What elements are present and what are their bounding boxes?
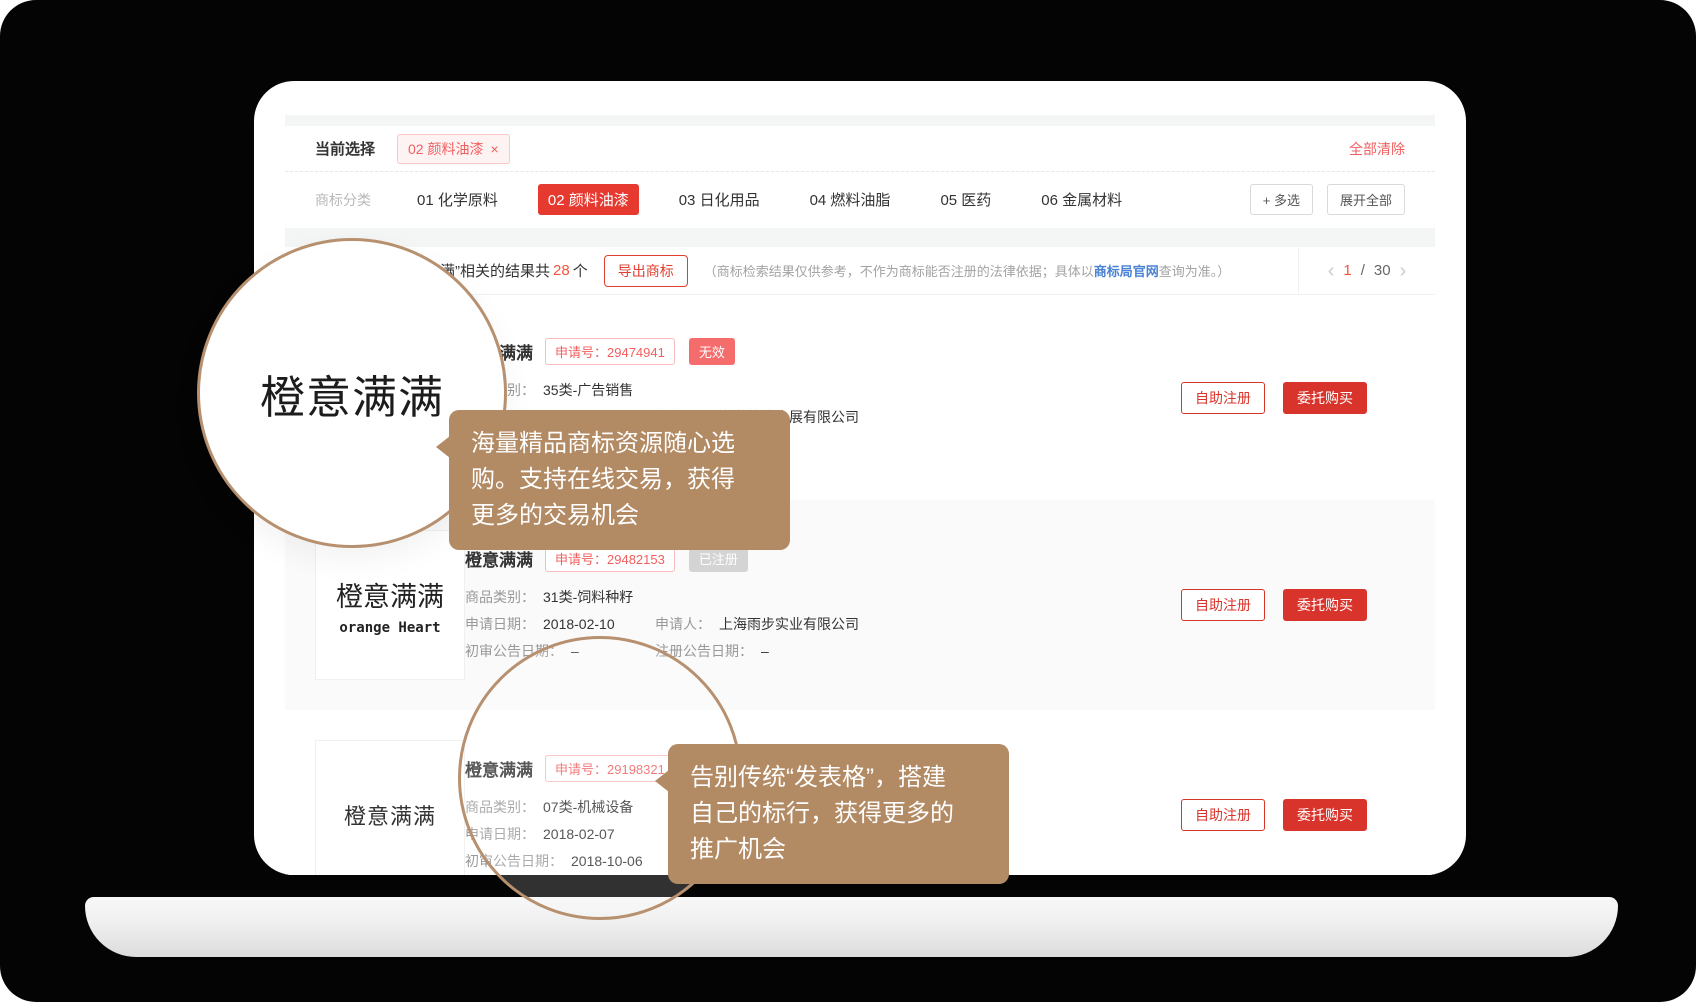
trademark-image-text: 橙意满满 <box>344 799 436 831</box>
tooltip-line: 推广机会 <box>690 832 987 868</box>
total-pages: 30 <box>1374 262 1391 279</box>
feature-tooltip-promotion: 告别传统“发表格”，搭建 自己的标行，获得更多的 推广机会 <box>668 744 1009 884</box>
category-item-05[interactable]: 05 医药 <box>930 184 1001 215</box>
next-page-icon[interactable]: › <box>1400 261 1407 281</box>
entrust-purchase-button[interactable]: 委托购买 <box>1283 382 1367 414</box>
category-tools: + 多选 展开全部 <box>1250 184 1405 215</box>
current-selection-row: 当前选择 02 颜料油漆 × 全部清除 <box>285 126 1435 172</box>
application-number-label: 申请号： <box>555 345 607 360</box>
category-item-03[interactable]: 03 日化用品 <box>669 184 770 215</box>
category-row: 商标分类 01 化学原料 02 颜料油漆 03 日化用品 04 燃料油脂 05 … <box>285 172 1435 227</box>
disclaimer-pre: （商标检索结果仅供参考，不作为商标能否注册的法律依据；具体以 <box>704 264 1094 279</box>
application-number-tag: 申请号：29474941 <box>545 338 675 365</box>
row-actions: 自助注册 委托购买 <box>1181 799 1367 831</box>
trademark-office-link[interactable]: 商标局官网 <box>1094 264 1159 279</box>
application-number-label: 申请号： <box>555 552 607 567</box>
feature-tooltip-trade: 海量精品商标资源随心选 购。支持在线交易，获得 更多的交易机会 <box>449 410 790 550</box>
disclaimer-post: 查询为准。） <box>1159 264 1231 279</box>
application-number-value: 29474941 <box>607 345 665 360</box>
close-icon[interactable]: × <box>490 141 498 157</box>
category-item-01[interactable]: 01 化学原料 <box>407 184 508 215</box>
current-page: 1 <box>1343 262 1351 279</box>
page-separator: / <box>1361 262 1365 279</box>
multi-select-button[interactable]: + 多选 <box>1250 184 1313 215</box>
laptop-base <box>85 897 1618 957</box>
category-label: 商标分类 <box>315 190 371 210</box>
trademark-image-subtext: orange Heart <box>339 620 440 636</box>
trademark-image-text: 橙意满满 <box>336 575 444 614</box>
prev-page-icon[interactable]: ‹ <box>1328 261 1335 281</box>
applicant-value: 上海雨步实业有限公司 <box>719 611 859 638</box>
category-item-06[interactable]: 06 金属材料 <box>1031 184 1132 215</box>
selected-filter-tag-label: 02 颜料油漆 <box>408 139 483 159</box>
tooltip-line: 告别传统“发表格”，搭建 <box>690 760 987 796</box>
magnified-trademark-text: 橙意满满 <box>260 361 444 426</box>
results-count: 28 <box>553 262 570 279</box>
category-item-04[interactable]: 04 燃料油脂 <box>800 184 901 215</box>
category-field-value: 35类-广告销售 <box>543 377 633 404</box>
disclaimer-text: （商标检索结果仅供参考，不作为商标能否注册的法律依据；具体以商标局官网查询为准。… <box>704 261 1231 280</box>
reg-announcement-value: – <box>761 638 769 665</box>
status-badge: 无效 <box>689 338 735 365</box>
tooltip-line: 自己的标行，获得更多的 <box>690 796 987 832</box>
category-field-value: 31类-饲料种籽 <box>543 584 633 611</box>
entrust-purchase-button[interactable]: 委托购买 <box>1283 799 1367 831</box>
applicant-label: 申请人： <box>655 611 711 638</box>
category-item-02-active[interactable]: 02 颜料油漆 <box>538 184 639 215</box>
clear-all-link[interactable]: 全部清除 <box>1349 139 1405 159</box>
application-number-value: 29482153 <box>607 552 665 567</box>
export-trademarks-button[interactable]: 导出商标 <box>604 255 688 287</box>
entrust-purchase-button[interactable]: 委托购买 <box>1283 589 1367 621</box>
trademark-image: 橙意满满 <box>315 740 465 875</box>
results-summary-suffix: 个 <box>573 260 588 281</box>
pagination: ‹ 1 / 30 › <box>1298 247 1435 294</box>
tooltip-line: 购。支持在线交易，获得 <box>471 462 768 498</box>
category-field-label: 商品类别： <box>465 584 535 611</box>
self-register-button[interactable]: 自助注册 <box>1181 382 1265 414</box>
expand-all-button[interactable]: 展开全部 <box>1327 184 1405 215</box>
row-actions: 自助注册 委托购买 <box>1181 589 1367 621</box>
current-selection-label: 当前选择 <box>315 138 375 159</box>
filter-panel: 当前选择 02 颜料油漆 × 全部清除 商标分类 01 化学原料 02 颜料油漆… <box>285 126 1435 228</box>
self-register-button[interactable]: 自助注册 <box>1181 589 1265 621</box>
apply-date-value: 2018-02-10 <box>543 611 615 638</box>
self-register-button[interactable]: 自助注册 <box>1181 799 1265 831</box>
page: 当前选择 02 颜料油漆 × 全部清除 商标分类 01 化学原料 02 颜料油漆… <box>0 0 1696 1002</box>
row-actions: 自助注册 委托购买 <box>1181 382 1367 414</box>
trademark-image: 橙意满满 orange Heart <box>315 530 465 680</box>
apply-date-label: 申请日期： <box>465 611 535 638</box>
tooltip-line: 海量精品商标资源随心选 <box>471 426 768 462</box>
selected-filter-tag[interactable]: 02 颜料油漆 × <box>397 134 510 164</box>
tooltip-line: 更多的交易机会 <box>471 498 768 534</box>
